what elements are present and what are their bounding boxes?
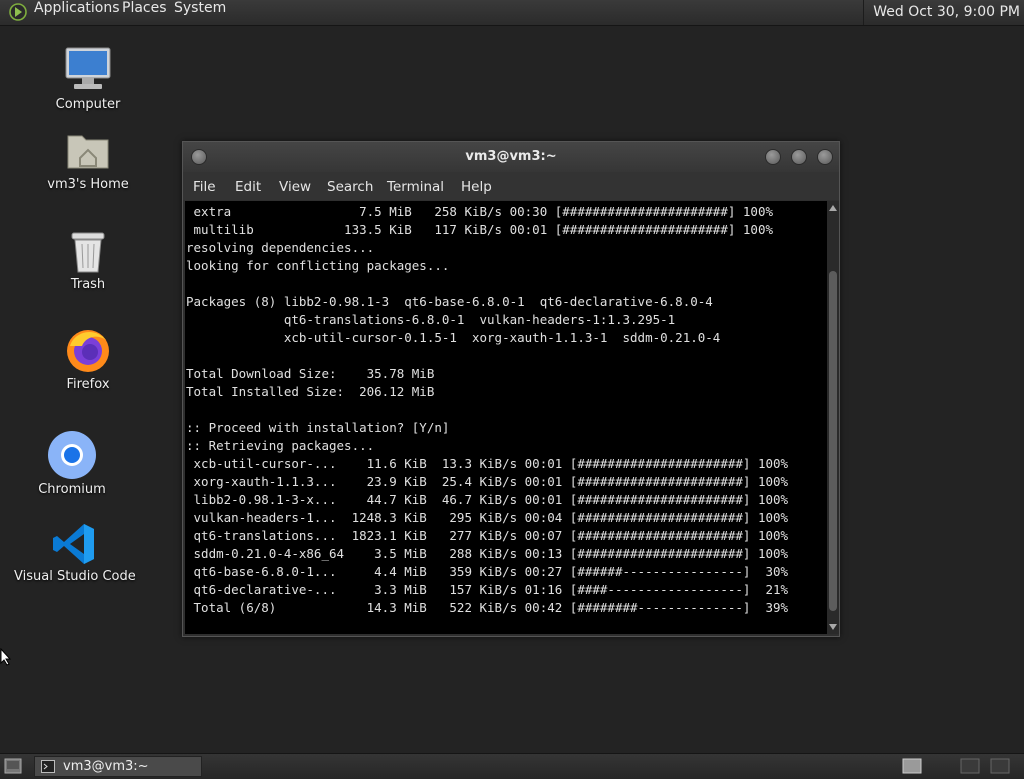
terminal-line: vulkan-headers-1... 1248.3 KiB 295 KiB/s… bbox=[186, 510, 789, 525]
desktop-icon-home[interactable]: vm3's Home bbox=[38, 128, 138, 196]
clock[interactable]: Wed Oct 30, 9:00 PM bbox=[863, 0, 1024, 25]
scroll-up-arrow-icon[interactable] bbox=[829, 205, 837, 211]
workspace-1-icon[interactable] bbox=[902, 758, 922, 774]
home-folder-icon bbox=[67, 135, 109, 169]
terminal-line: resolving dependencies... bbox=[186, 240, 375, 255]
bottom-panel: vm3@vm3:~ bbox=[0, 753, 1024, 779]
menu-places[interactable]: Places bbox=[122, 0, 167, 16]
scroll-down-arrow-icon[interactable] bbox=[829, 624, 837, 630]
terminal-titlebar[interactable]: vm3@vm3:~ bbox=[183, 142, 839, 172]
terminal-title: vm3@vm3:~ bbox=[465, 149, 557, 164]
menu-search[interactable]: Search bbox=[327, 179, 373, 195]
desktop-icon-label: vm3's Home bbox=[47, 177, 129, 192]
scrollbar-thumb[interactable] bbox=[829, 271, 837, 611]
terminal-line: looking for conflicting packages... bbox=[186, 258, 450, 273]
menu-edit[interactable]: Edit bbox=[235, 179, 261, 195]
show-desktop-icon[interactable] bbox=[4, 758, 22, 774]
desktop-icon-label: Firefox bbox=[66, 377, 110, 392]
computer-icon bbox=[65, 47, 111, 89]
desktop-icon-trash[interactable]: Trash bbox=[38, 228, 138, 296]
desktop-icon-label: Chromium bbox=[38, 482, 106, 497]
terminal-line: extra 7.5 MiB 258 KiB/s 00:30 [#########… bbox=[186, 204, 773, 219]
terminal-line: :: Retrieving packages... bbox=[186, 438, 375, 453]
terminal-line: qt6-base-6.8.0-1... 4.4 MiB 359 KiB/s 00… bbox=[186, 564, 789, 579]
maximize-button[interactable] bbox=[791, 149, 807, 165]
terminal-line: qt6-translations... 1823.1 KiB 277 KiB/s… bbox=[186, 528, 789, 543]
terminal-output[interactable]: extra 7.5 MiB 258 KiB/s 00:30 [#########… bbox=[185, 201, 827, 634]
menu-file[interactable]: File bbox=[193, 179, 216, 195]
taskbar-window-terminal[interactable]: vm3@vm3:~ bbox=[34, 756, 202, 777]
taskbar-window-label: vm3@vm3:~ bbox=[63, 759, 149, 774]
menu-applications[interactable]: Applications bbox=[34, 0, 120, 16]
terminal-line: sddm-0.21.0-4-x86_64 3.5 MiB 288 KiB/s 0… bbox=[186, 546, 789, 561]
workspace-3-icon[interactable] bbox=[990, 758, 1010, 774]
chromium-icon bbox=[48, 431, 96, 479]
desktop-icon-label: Computer bbox=[55, 97, 121, 112]
menu-view[interactable]: View bbox=[279, 179, 311, 195]
menu-terminal[interactable]: Terminal bbox=[387, 179, 444, 195]
desktop-icon-chromium[interactable]: Chromium bbox=[22, 430, 122, 500]
vscode-icon bbox=[53, 524, 94, 564]
terminal-window[interactable]: vm3@vm3:~ File Edit View Search Terminal… bbox=[182, 141, 840, 637]
desktop-icon-label: Trash bbox=[70, 277, 106, 292]
desktop-icon-firefox[interactable]: Firefox bbox=[38, 326, 138, 396]
desktop-icon-label: Visual Studio Code bbox=[14, 569, 136, 584]
menu-help[interactable]: Help bbox=[461, 179, 492, 195]
workspace-2-icon[interactable] bbox=[960, 758, 980, 774]
mouse-pointer-icon bbox=[0, 648, 12, 666]
trash-icon bbox=[71, 232, 105, 273]
terminal-line: libb2-0.98.1-3-x... 44.7 KiB 46.7 KiB/s … bbox=[186, 492, 789, 507]
menu-system[interactable]: System bbox=[174, 0, 226, 16]
terminal-line: xcb-util-cursor-... 11.6 KiB 13.3 KiB/s … bbox=[186, 456, 789, 471]
desktop-icon-computer[interactable]: Computer bbox=[38, 44, 138, 116]
top-panel: Applications Places System Wed Oct 30, 9… bbox=[0, 0, 1024, 26]
close-button[interactable] bbox=[817, 149, 833, 165]
terminal-line: Packages (8) libb2-0.98.1-3 qt6-base-6.8… bbox=[186, 294, 713, 309]
terminal-line: qt6-declarative-... 3.3 MiB 157 KiB/s 01… bbox=[186, 582, 789, 597]
terminal-line: Total Installed Size: 206.12 MiB bbox=[186, 384, 435, 399]
terminal-menubar: File Edit View Search Terminal Help bbox=[183, 172, 839, 200]
applications-logo-icon[interactable] bbox=[9, 3, 27, 21]
terminal-line: qt6-translations-6.8.0-1 vulkan-headers-… bbox=[186, 312, 676, 327]
desktop-icon-vscode[interactable]: Visual Studio Code bbox=[14, 520, 136, 588]
minimize-button[interactable] bbox=[765, 149, 781, 165]
terminal-line: Total Download Size: 35.78 MiB bbox=[186, 366, 435, 381]
terminal-line: xorg-xauth-1.1.3... 23.9 KiB 25.4 KiB/s … bbox=[186, 474, 789, 489]
terminal-line: Total (6/8) 14.3 MiB 522 KiB/s 00:42 [##… bbox=[186, 600, 789, 615]
terminal-icon bbox=[41, 760, 55, 773]
terminal-scrollbar[interactable] bbox=[827, 201, 839, 634]
terminal-line: multilib 133.5 KiB 117 KiB/s 00:01 [####… bbox=[186, 222, 773, 237]
terminal-line: xcb-util-cursor-0.1.5-1 xorg-xauth-1.1.3… bbox=[186, 330, 721, 345]
firefox-icon bbox=[67, 330, 109, 372]
terminal-line: :: Proceed with installation? [Y/n] bbox=[186, 420, 450, 435]
